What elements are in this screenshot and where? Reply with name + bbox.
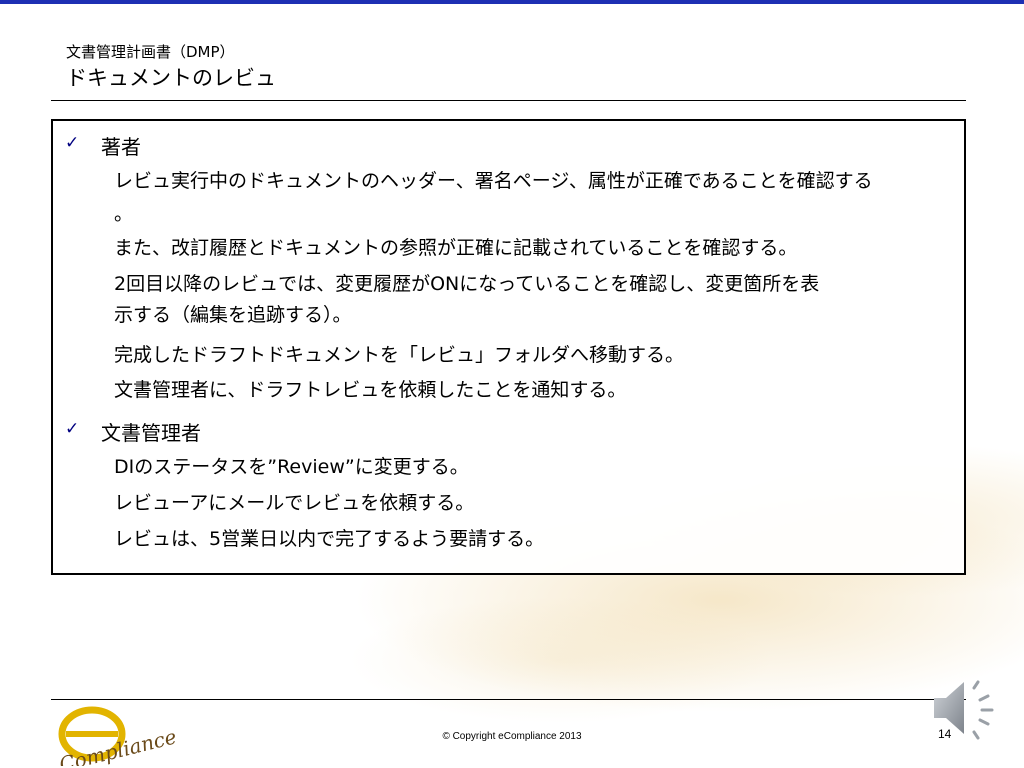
checkmark-icon: ✓ — [65, 419, 80, 439]
list-item: 2回目以降のレビュでは、変更履歴がONになっていることを確認し、変更箇所を表 — [114, 273, 820, 295]
top-accent-bar — [0, 0, 1024, 4]
list-item: レビュ実行中のドキュメントのヘッダー、署名ページ、属性が正確であることを確認する — [114, 170, 873, 192]
section-heading: 著者 — [101, 135, 141, 159]
document-subtitle: 文書管理計画書（DMP） — [66, 43, 235, 61]
slide-title: ドキュメントのレビュ — [66, 66, 276, 90]
checkmark-icon: ✓ — [65, 133, 80, 153]
list-item: また、改訂履歴とドキュメントの参照が正確に記載されていることを確認する。 — [114, 237, 798, 259]
list-item: 。 — [114, 203, 134, 225]
list-item: レビュは、5営業日以内で完了するよう要請する。 — [114, 528, 545, 550]
list-item: DIのステータスを”Review”に変更する。 — [114, 456, 469, 478]
copyright-text: © Copyright eCompliance 2013 — [442, 731, 582, 742]
header-divider — [51, 100, 966, 101]
list-item: レビューアにメールでレビュを依頼する。 — [114, 492, 475, 514]
list-item: 文書管理者に、ドラフトレビュを依頼したことを通知する。 — [114, 379, 627, 401]
content-box: ✓ 著者 レビュ実行中のドキュメントのヘッダー、署名ページ、属性が正確であること… — [51, 119, 966, 575]
list-item: 示する（編集を追跡する）。 — [114, 304, 352, 326]
speaker-icon[interactable] — [930, 676, 998, 740]
section-heading: 文書管理者 — [101, 421, 201, 445]
list-item: 完成したドラフトドキュメントを「レビュ」フォルダへ移動する。 — [114, 344, 685, 366]
